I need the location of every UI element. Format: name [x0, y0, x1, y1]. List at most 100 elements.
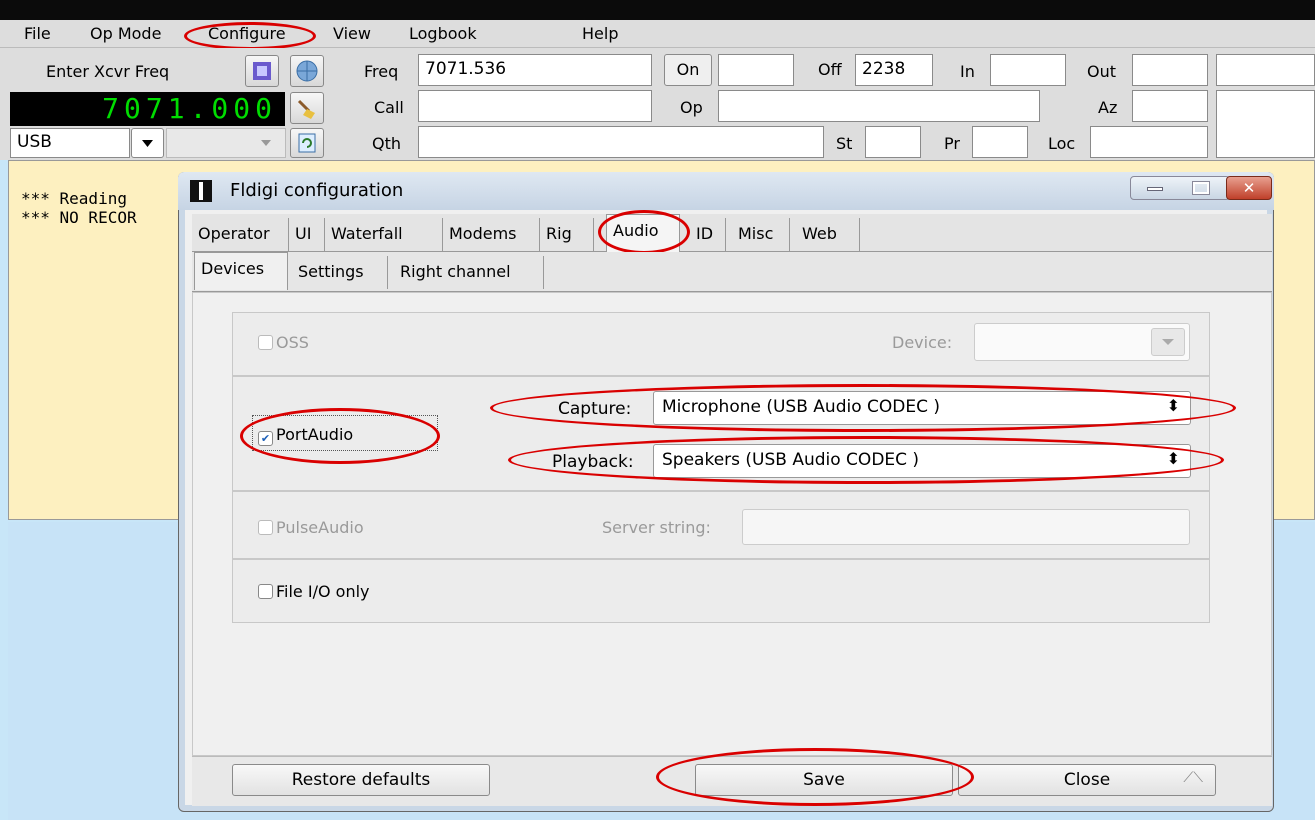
- rig-memory-button[interactable]: [245, 55, 279, 87]
- tab-waterfall[interactable]: Waterfall: [325, 218, 443, 251]
- st-label: St: [836, 134, 853, 153]
- extra-field-1[interactable]: [1216, 54, 1315, 86]
- subtab-devices[interactable]: Devices: [194, 252, 288, 290]
- refresh-icon: [298, 133, 316, 153]
- subtab-settings[interactable]: Settings: [292, 256, 388, 289]
- close-button[interactable]: Close ⟋⟍: [958, 764, 1216, 796]
- globe-icon: [296, 60, 318, 82]
- minimize-icon[interactable]: [1147, 187, 1163, 191]
- in-field[interactable]: [990, 54, 1066, 86]
- qth-label: Qth: [372, 134, 402, 153]
- pulseaudio-checkbox[interactable]: PulseAudio: [258, 518, 364, 537]
- freq-label: Freq: [364, 62, 399, 81]
- subtab-right-channel[interactable]: Right channel: [394, 256, 544, 289]
- close-icon: ✕: [1242, 179, 1256, 197]
- mode-dropdown-button[interactable]: [131, 128, 164, 158]
- device-dropdown-button[interactable]: [1151, 328, 1185, 356]
- tab-ui[interactable]: UI: [289, 218, 325, 251]
- dialog-title: Fldigi configuration: [230, 180, 404, 201]
- server-string-label: Server string:: [602, 518, 711, 537]
- file-io-checkbox[interactable]: File I/O only: [258, 582, 370, 601]
- frequency-display[interactable]: 7071.000: [10, 92, 285, 126]
- call-label: Call: [374, 98, 404, 117]
- playback-value: Speakers (USB Audio CODEC ): [662, 450, 920, 470]
- file-io-label: File I/O only: [276, 582, 370, 601]
- playback-label: Playback:: [552, 452, 634, 472]
- capture-value: Microphone (USB Audio CODEC ): [662, 397, 941, 417]
- menu-view[interactable]: View: [333, 24, 371, 43]
- pr-field[interactable]: [972, 126, 1028, 158]
- capture-label: Capture:: [558, 399, 632, 419]
- save-button[interactable]: Save: [695, 764, 953, 796]
- off-field[interactable]: 2238: [855, 54, 933, 86]
- az-label: Az: [1098, 98, 1118, 117]
- close-button-label: Close: [1063, 770, 1111, 790]
- freq-field[interactable]: 7071.536: [418, 54, 652, 86]
- clear-button[interactable]: [290, 92, 324, 124]
- in-label: In: [960, 62, 975, 81]
- dialog-titlebar[interactable]: Fldigi configuration ✕: [178, 172, 1274, 210]
- oss-checkbox[interactable]: OSS: [258, 333, 309, 352]
- menu-file[interactable]: File: [24, 24, 51, 43]
- globe-button[interactable]: [290, 55, 324, 87]
- chevron-down-icon: [1162, 339, 1174, 345]
- call-field[interactable]: [418, 90, 652, 122]
- loc-label: Loc: [1048, 134, 1076, 153]
- pulseaudio-label: PulseAudio: [276, 518, 364, 537]
- portaudio-label: PortAudio: [276, 425, 354, 444]
- memory-icon: [253, 62, 271, 80]
- tab-modems[interactable]: Modems: [443, 218, 540, 251]
- up-down-arrows-icon: ⬍: [1166, 396, 1180, 415]
- check-icon: ✔: [258, 431, 273, 446]
- tab-id[interactable]: ID: [690, 218, 726, 251]
- tab-web[interactable]: Web: [796, 218, 860, 251]
- menu-logbook[interactable]: Logbook: [409, 24, 477, 43]
- menu-bar: File Op Mode Configure View Logbook Help: [0, 20, 1315, 48]
- tab-rig[interactable]: Rig: [540, 218, 594, 251]
- checkbox-icon: [258, 335, 273, 350]
- device-select[interactable]: [974, 323, 1190, 361]
- out-field[interactable]: [1132, 54, 1208, 86]
- chevron-down-icon: [261, 140, 271, 146]
- out-label: Out: [1087, 62, 1117, 81]
- az-field[interactable]: [1132, 90, 1208, 122]
- capture-select[interactable]: Microphone (USB Audio CODEC ) ⬍: [653, 391, 1191, 425]
- tab-audio[interactable]: Audio: [606, 214, 680, 252]
- qth-field[interactable]: [418, 126, 824, 158]
- up-down-arrows-icon: ⬍: [1166, 449, 1180, 468]
- on-button[interactable]: On: [664, 54, 712, 86]
- file-io-group: [232, 559, 1210, 623]
- extra-field-2[interactable]: [1216, 90, 1315, 158]
- menu-op-mode[interactable]: Op Mode: [90, 24, 161, 43]
- tab-misc[interactable]: Misc: [732, 218, 790, 251]
- op-field[interactable]: [718, 90, 1040, 122]
- menu-configure[interactable]: Configure: [208, 24, 286, 43]
- on-time-field[interactable]: [718, 54, 794, 86]
- audio-subtabs: Devices Settings Right channel: [192, 252, 1272, 292]
- server-string-input[interactable]: [742, 509, 1190, 545]
- maximize-icon[interactable]: [1192, 181, 1210, 195]
- top-strip: [0, 0, 1315, 20]
- portaudio-checkbox[interactable]: ✔ PortAudio: [258, 425, 353, 446]
- broom-icon: [297, 99, 315, 119]
- off-label: Off: [818, 60, 842, 79]
- resize-grip-icon: ⟋⟍: [1183, 770, 1203, 786]
- playback-select[interactable]: Speakers (USB Audio CODEC ) ⬍: [653, 444, 1191, 478]
- enter-xcvr-freq-label: Enter Xcvr Freq: [46, 62, 170, 81]
- oss-label: OSS: [276, 333, 309, 352]
- checkbox-icon: [258, 520, 273, 535]
- restore-defaults-button[interactable]: Restore defaults: [232, 764, 490, 796]
- window-controls: [1130, 176, 1230, 200]
- st-field[interactable]: [865, 126, 921, 158]
- refresh-button[interactable]: [290, 128, 324, 158]
- bandwidth-select[interactable]: [166, 128, 286, 158]
- checkbox-icon: [258, 584, 273, 599]
- loc-field[interactable]: [1090, 126, 1208, 158]
- mode-select[interactable]: USB: [10, 128, 130, 158]
- config-tabs: Operator UI Waterfall Modems Rig Audio I…: [192, 214, 1272, 252]
- close-window-button[interactable]: ✕: [1226, 176, 1272, 200]
- menu-help[interactable]: Help: [582, 24, 618, 43]
- tab-operator[interactable]: Operator: [192, 218, 289, 251]
- pr-label: Pr: [944, 134, 960, 153]
- device-label: Device:: [892, 333, 953, 352]
